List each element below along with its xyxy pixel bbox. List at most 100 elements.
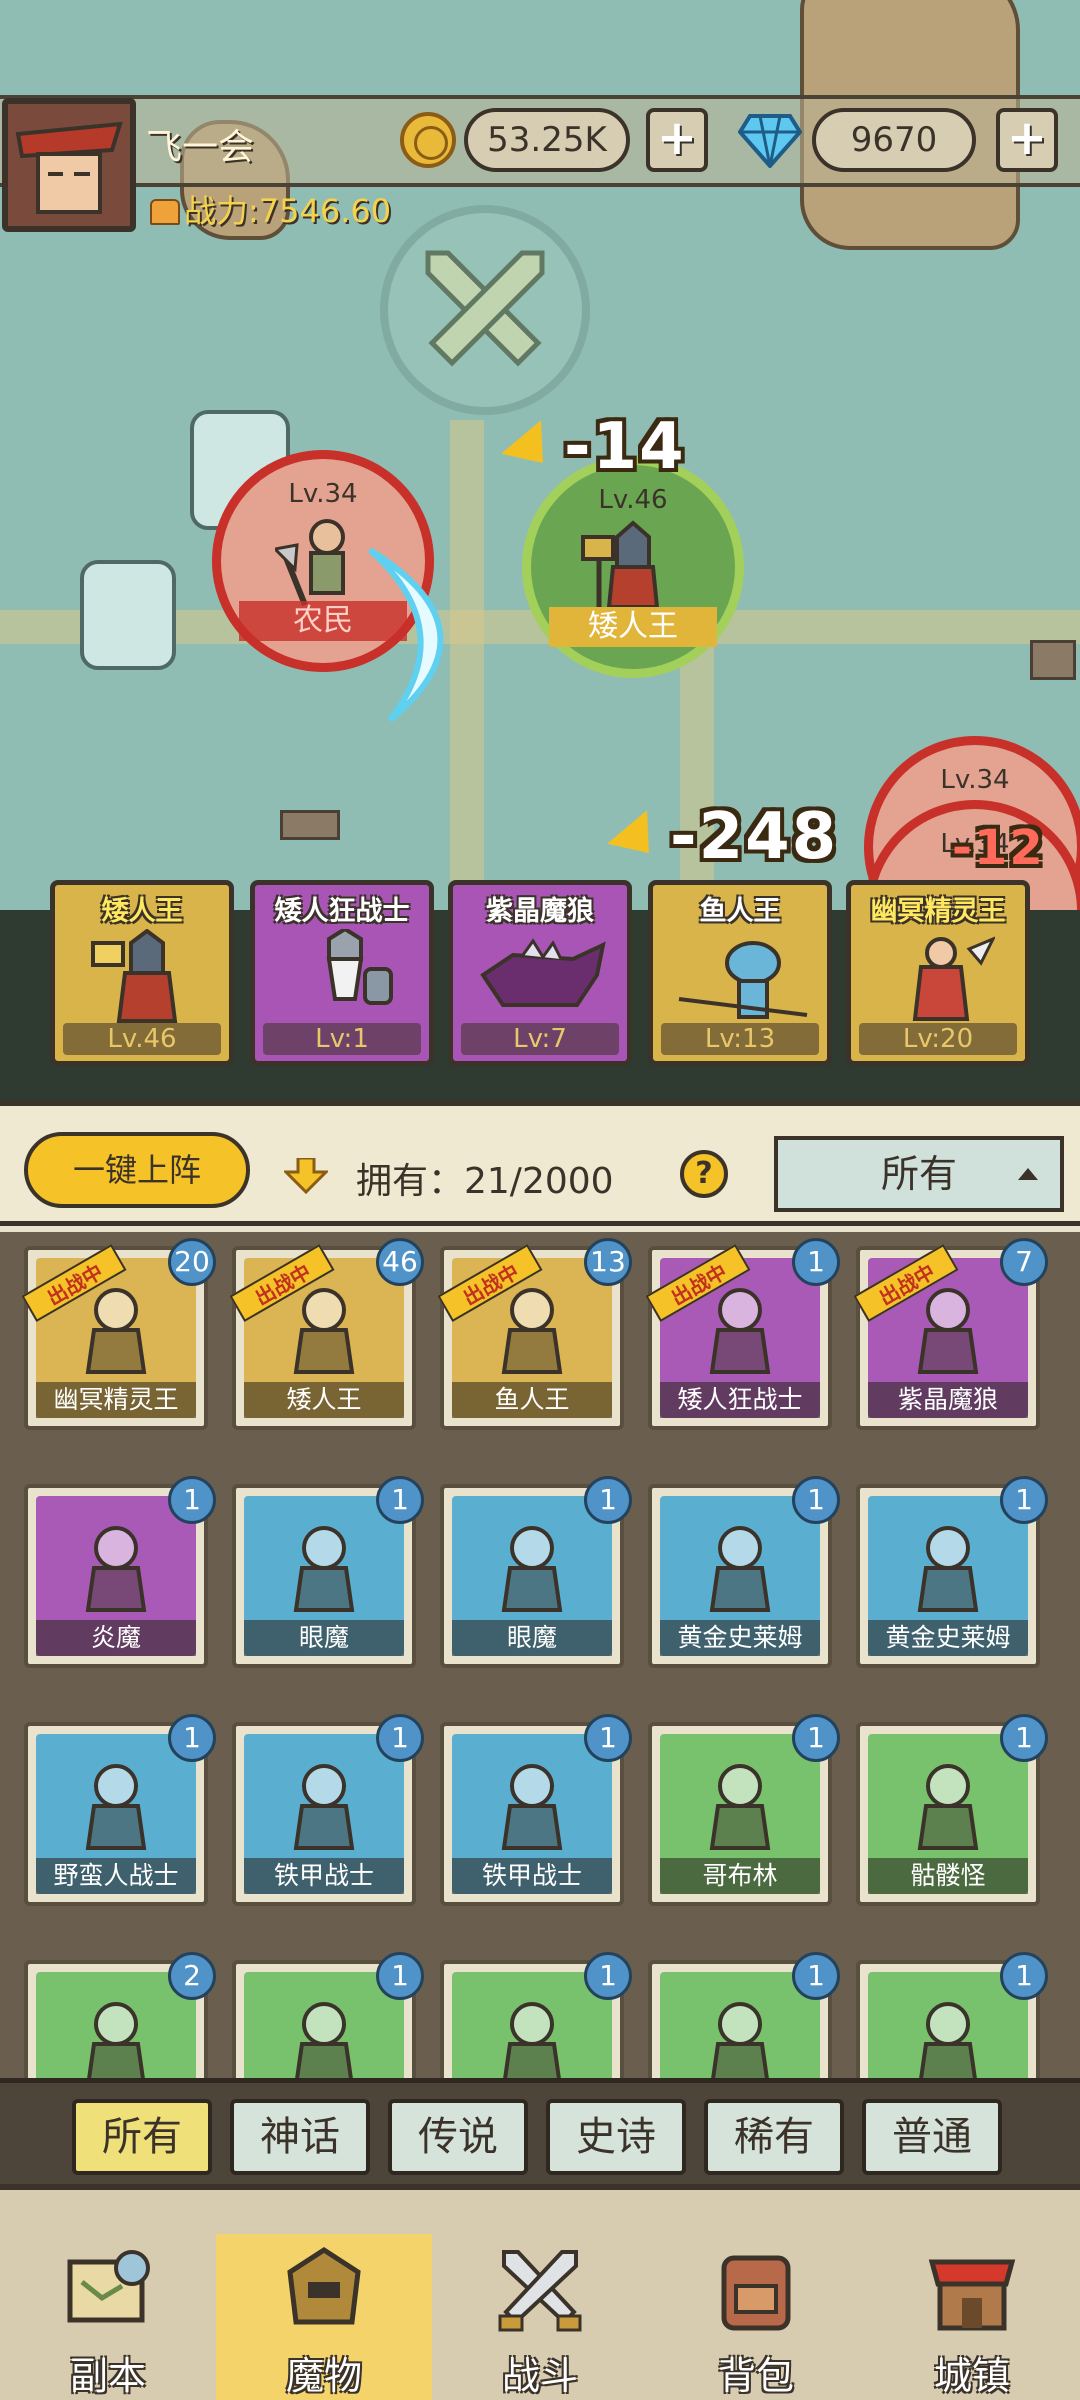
monster-card[interactable]: 1 bbox=[232, 1952, 424, 2082]
ally-unit-dwarf-king[interactable]: Lv.46 矮人王 bbox=[522, 456, 744, 678]
squad-monster-level: Lv:7 bbox=[461, 1023, 619, 1055]
monster-card[interactable]: 1 bbox=[856, 1952, 1048, 2082]
monster-name: 炎魔 bbox=[36, 1620, 196, 1656]
rarity-tab-all[interactable]: 所有 bbox=[72, 2099, 212, 2175]
monster-card[interactable]: 矮人狂战士 1 出战中 bbox=[645, 1238, 840, 1430]
nav-dungeon[interactable]: 副本 bbox=[0, 2234, 216, 2400]
monster-count-badge: 1 bbox=[584, 1714, 632, 1762]
monster-figure bbox=[86, 2002, 146, 2082]
dwarf-king-figure bbox=[581, 520, 660, 613]
damage-number: -14 bbox=[501, 410, 686, 484]
monster-panel: 一键上阵 拥有：21/2000 ? 所有 幽冥精灵王 20 出战中 矮人王 46 出战中鱼… bbox=[0, 1100, 1080, 2082]
monster-card[interactable]: 1 bbox=[440, 1952, 632, 2082]
squad-monster-level: Lv:1 bbox=[263, 1023, 421, 1055]
monster-count-badge: 46 bbox=[376, 1238, 424, 1286]
monster-figure bbox=[501, 1526, 563, 1612]
monster-figure bbox=[294, 2002, 354, 2082]
monster-card[interactable]: 1 bbox=[648, 1952, 840, 2082]
player-avatar[interactable] bbox=[2, 98, 136, 232]
help-icon[interactable]: ? bbox=[680, 1150, 728, 1198]
panel-toolbar: 一键上阵 拥有：21/2000 ? 所有 bbox=[0, 1106, 1080, 1226]
monster-name: 黄金史莱姆 bbox=[660, 1620, 820, 1656]
monster-figure bbox=[293, 1526, 355, 1612]
monster-card[interactable]: 紫晶魔狼 7 出战中 bbox=[853, 1238, 1048, 1430]
filter-dropdown[interactable]: 所有 bbox=[774, 1136, 1064, 1212]
squad-slot-4[interactable]: 鱼人王 Lv:13 bbox=[648, 880, 832, 1066]
dwarf-berserker-figure bbox=[326, 929, 393, 1005]
monster-card[interactable]: 骷髅怪 1 bbox=[856, 1714, 1048, 1906]
monster-figure bbox=[918, 2002, 978, 2082]
rarity-tab-legendary[interactable]: 传说 bbox=[388, 2099, 528, 2175]
rarity-tab-rare[interactable]: 稀有 bbox=[704, 2099, 844, 2175]
backpack-icon bbox=[721, 2255, 791, 2331]
squad-slot-1[interactable]: 矮人王 Lv.46 bbox=[50, 880, 234, 1066]
squad-monster-name: 矮人狂战士 bbox=[274, 896, 410, 927]
caret-up-icon bbox=[1018, 1168, 1038, 1180]
map-scroll-icon bbox=[67, 2250, 150, 2323]
battle-emblem bbox=[380, 205, 590, 415]
nav-label: 战斗 bbox=[501, 2354, 578, 2398]
monster-card[interactable]: 黄金史莱姆 1 bbox=[648, 1476, 840, 1668]
monster-count-badge: 1 bbox=[792, 1476, 840, 1524]
monster-count-badge: 1 bbox=[792, 1238, 840, 1286]
squad-monster-name: 鱼人王 bbox=[699, 896, 781, 927]
monster-figure bbox=[502, 2002, 562, 2082]
monster-card[interactable]: 炎魔 1 bbox=[24, 1476, 216, 1668]
monster-count-badge: 1 bbox=[1000, 1714, 1048, 1762]
fishman-king-figure bbox=[678, 941, 808, 1019]
squad-slot-3[interactable]: 紫晶魔狼 Lv:7 bbox=[448, 880, 632, 1066]
monster-count-badge: 1 bbox=[1000, 1476, 1048, 1524]
monster-name: 哥布林 bbox=[660, 1858, 820, 1894]
squad-monster-name: 紫晶魔狼 bbox=[486, 896, 594, 927]
rarity-tab-common[interactable]: 普通 bbox=[862, 2099, 1002, 2175]
add-gems-button[interactable]: + bbox=[996, 108, 1058, 172]
monster-card[interactable]: 眼魔 1 bbox=[232, 1476, 424, 1668]
dwarf-king-figure bbox=[91, 929, 178, 1023]
monster-count-badge: 1 bbox=[168, 1714, 216, 1762]
monster-figure bbox=[85, 1526, 147, 1612]
add-gold-button[interactable]: + bbox=[646, 108, 708, 172]
monster-count-badge: 20 bbox=[168, 1238, 216, 1286]
monster-card[interactable]: 眼魔 1 bbox=[440, 1476, 632, 1668]
battlefield: 飞一会 战力:7546.60 53.25K + 9670 + Lv.34 农民 … bbox=[0, 0, 1080, 910]
monster-card[interactable]: 黄金史莱姆 1 bbox=[856, 1476, 1048, 1668]
monster-figure bbox=[501, 1764, 563, 1850]
bottom-navigation: 副本 魔物 战斗 背包 城镇 bbox=[0, 2184, 1080, 2400]
diamond-icon bbox=[737, 112, 803, 172]
squad-monster-level: Lv:13 bbox=[661, 1023, 819, 1055]
monster-grid[interactable]: 幽冥精灵王 20 出战中 矮人王 46 出战中 鱼人王 13 出战中 矮人狂战士 1 出战中 紫晶魔狼 7… bbox=[0, 1232, 1080, 2082]
monster-card[interactable]: 鱼人王 13 出战中 bbox=[437, 1238, 632, 1430]
monster-card[interactable]: 铁甲战士 1 bbox=[440, 1714, 632, 1906]
monster-card[interactable]: 野蛮人战士 1 bbox=[24, 1714, 216, 1906]
stump bbox=[280, 810, 340, 840]
monster-count-badge: 1 bbox=[376, 1476, 424, 1524]
monster-card[interactable]: 矮人王 46 出战中 bbox=[229, 1238, 424, 1430]
monster-name: 眼魔 bbox=[244, 1620, 404, 1656]
rarity-tab-mythic[interactable]: 神话 bbox=[230, 2099, 370, 2175]
nav-town[interactable]: 城镇 bbox=[864, 2234, 1080, 2400]
nav-backpack[interactable]: 背包 bbox=[648, 2234, 864, 2400]
monster-count-badge: 1 bbox=[792, 1952, 840, 2000]
one-click-deploy-button[interactable]: 一键上阵 bbox=[24, 1132, 250, 1208]
rarity-tab-epic[interactable]: 史诗 bbox=[546, 2099, 686, 2175]
player-name: 飞一会 bbox=[146, 127, 255, 168]
squad-monster-level: Lv:20 bbox=[859, 1023, 1017, 1055]
monster-count-badge: 1 bbox=[376, 1714, 424, 1762]
down-arrow-icon bbox=[284, 1158, 328, 1194]
nav-monsters[interactable]: 魔物 bbox=[216, 2234, 432, 2400]
squad-slot-2[interactable]: 矮人狂战士 Lv:1 bbox=[250, 880, 434, 1066]
gold-amount: 53.25K bbox=[464, 108, 630, 172]
monster-card[interactable]: 铁甲战士 1 bbox=[232, 1714, 424, 1906]
monster-card[interactable]: 2 bbox=[24, 1952, 216, 2082]
amethyst-wolf-figure bbox=[480, 938, 606, 1007]
squad-slot-5[interactable]: 幽冥精灵王 Lv:20 bbox=[846, 880, 1030, 1066]
damage-arrow-icon bbox=[501, 420, 563, 481]
damage-arrow-icon bbox=[607, 810, 669, 871]
combat-power: 战力:7546.60 bbox=[150, 186, 391, 232]
monster-card[interactable]: 幽冥精灵王 20 出战中 bbox=[21, 1238, 216, 1430]
nav-battle[interactable]: 战斗 bbox=[432, 2234, 648, 2400]
unit-level: Lv.46 bbox=[598, 485, 668, 515]
monster-figure bbox=[917, 1764, 979, 1850]
stump bbox=[1030, 640, 1076, 680]
monster-card[interactable]: 哥布林 1 bbox=[648, 1714, 840, 1906]
